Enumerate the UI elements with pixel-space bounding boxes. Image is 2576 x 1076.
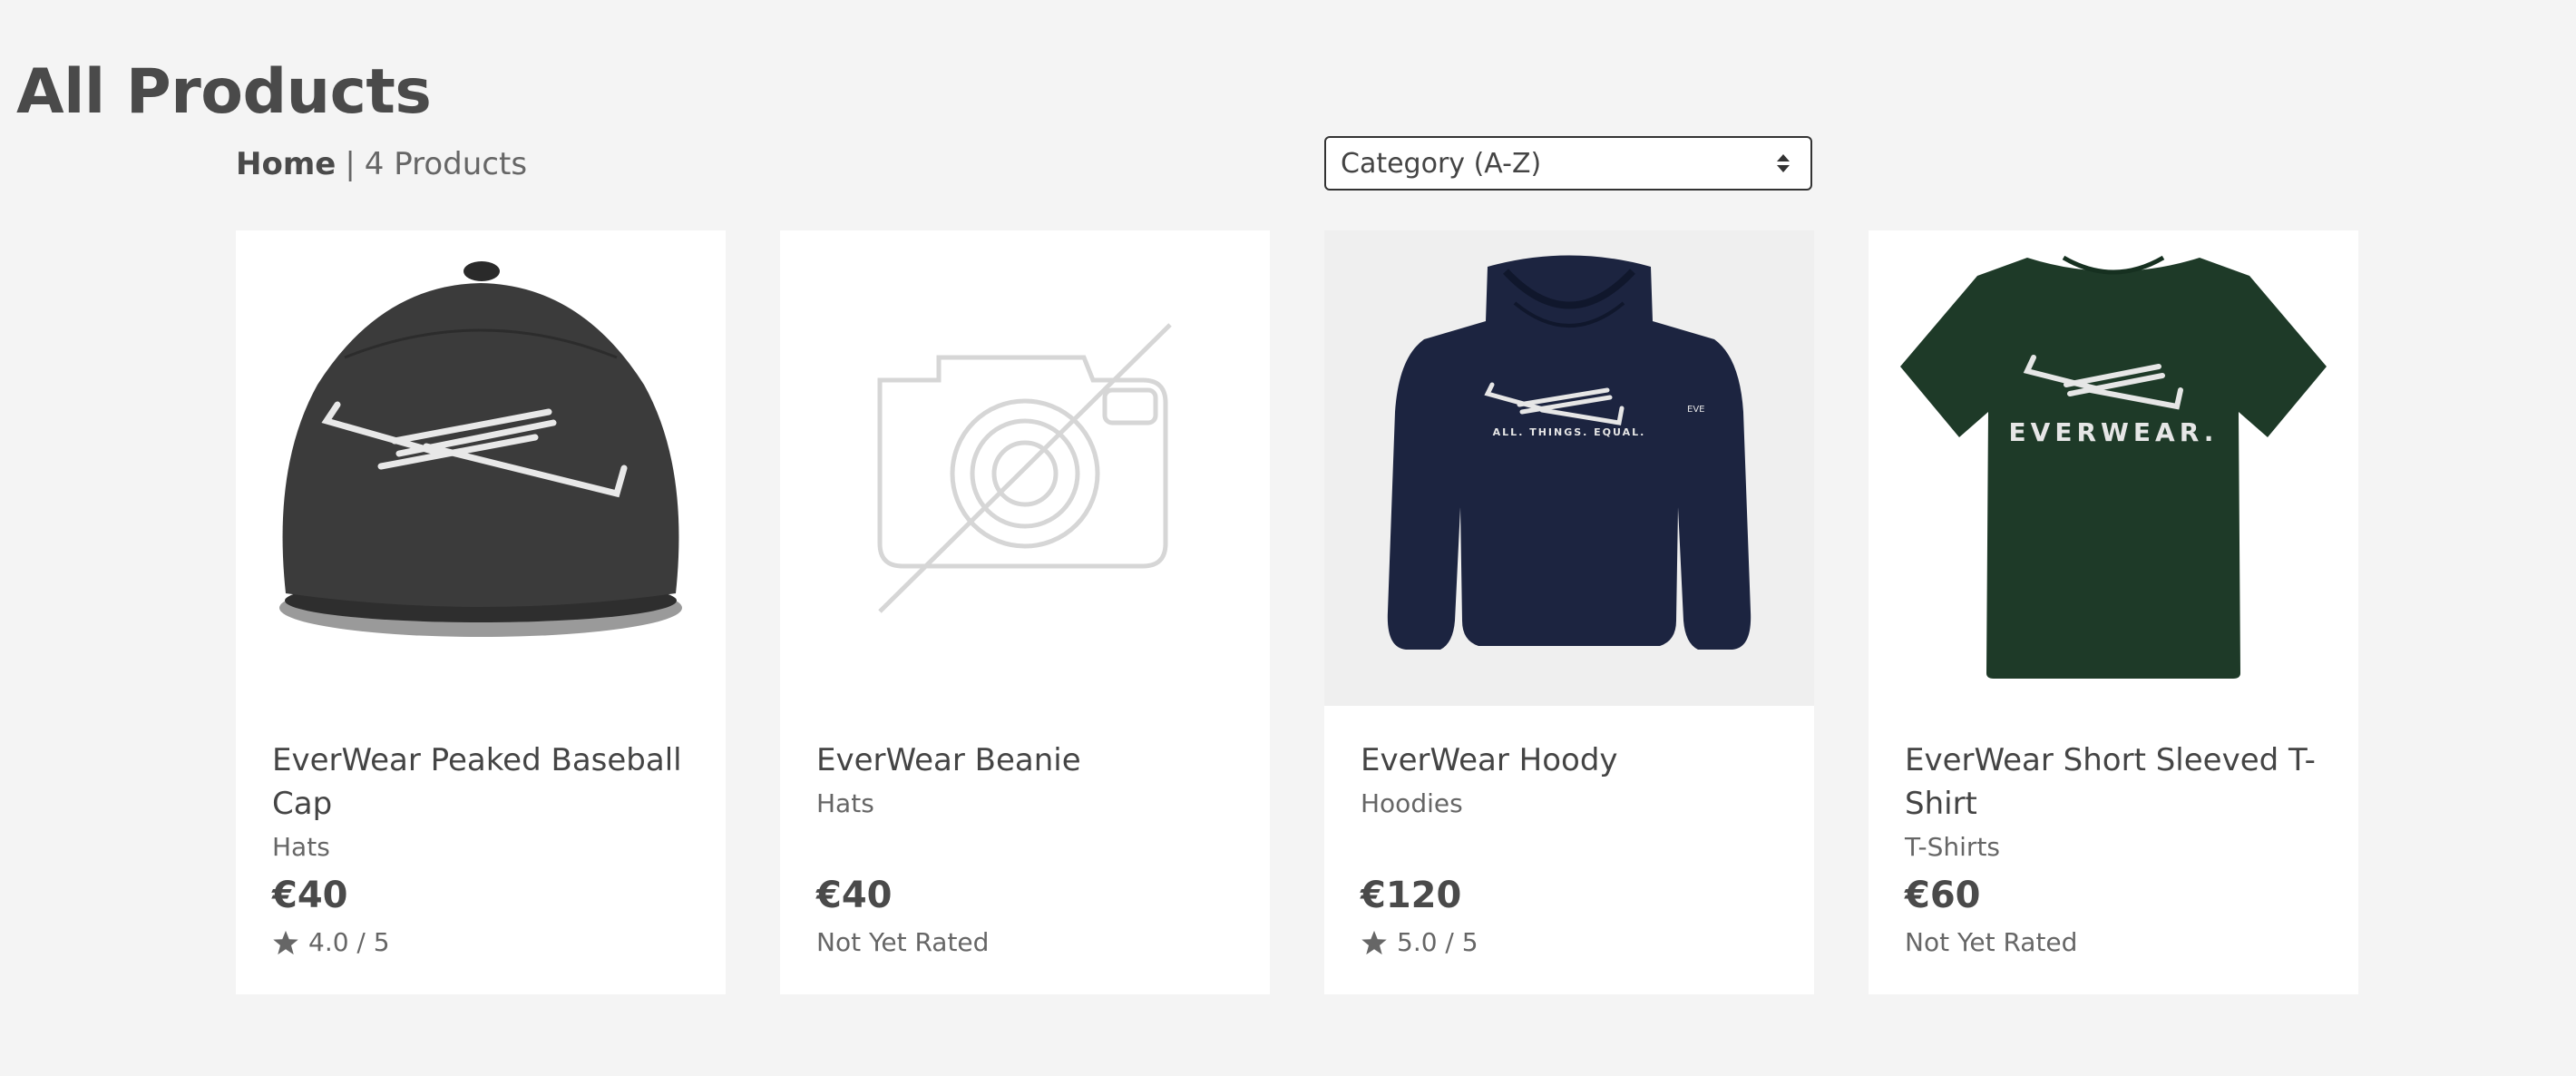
hoody-print-text: ALL. THINGS. EQUAL.: [1493, 426, 1646, 438]
rating-value: 5.0 / 5: [1397, 927, 1478, 957]
breadcrumb-separator: |: [345, 146, 356, 182]
product-info: EverWear Short Sleeved T-Shirt T-Shirts: [1905, 739, 2326, 866]
breadcrumb-home-link[interactable]: Home: [236, 146, 336, 182]
product-name[interactable]: EverWear Hoody: [1361, 739, 1781, 782]
product-name[interactable]: EverWear Peaked Baseball Cap: [272, 739, 693, 826]
product-image-baseball-cap[interactable]: [236, 230, 726, 706]
product-card[interactable]: EverWear Beanie Hats €40 Not Yet Rated: [780, 230, 1270, 994]
product-image-hoody[interactable]: ALL. THINGS. EQUAL. EVE: [1324, 230, 1814, 706]
hoody-sleeve-print: EVE: [1687, 405, 1704, 415]
no-image-camera-icon: [877, 323, 1172, 613]
product-price: €120: [1361, 875, 1462, 916]
star-icon: [1361, 930, 1387, 954]
product-card[interactable]: ALL. THINGS. EQUAL. EVE EverWear Hoody H…: [1324, 230, 1814, 994]
product-rating: 4.0 / 5: [272, 927, 390, 957]
t-shirt-image: EVERWEAR.: [1900, 255, 2327, 679]
product-price: €60: [1905, 875, 1981, 916]
star-icon: [273, 930, 298, 954]
rating-value: 4.0 / 5: [308, 927, 390, 957]
product-image-t-shirt[interactable]: EVERWEAR.: [1869, 230, 2358, 706]
product-category[interactable]: Hoodies: [1361, 786, 1781, 822]
product-price: €40: [272, 875, 348, 916]
sort-select-value: Category (A-Z): [1341, 147, 1542, 180]
product-card[interactable]: EVERWEAR. EverWear Short Sleeved T-Shirt…: [1869, 230, 2358, 994]
sort-arrows-icon: [1777, 154, 1790, 172]
product-rating: Not Yet Rated: [816, 927, 989, 957]
product-image-placeholder[interactable]: [780, 230, 1270, 706]
product-rating: Not Yet Rated: [1905, 927, 2077, 957]
product-card[interactable]: EverWear Peaked Baseball Cap Hats €40 4.…: [236, 230, 726, 994]
rating-value: Not Yet Rated: [1905, 927, 2078, 957]
product-rating: 5.0 / 5: [1361, 927, 1478, 957]
product-name[interactable]: EverWear Short Sleeved T-Shirt: [1905, 739, 2326, 826]
product-name[interactable]: EverWear Beanie: [816, 739, 1237, 782]
product-count: 4 Products: [364, 146, 528, 182]
baseball-cap-image: [279, 261, 682, 637]
page-title: All Products: [16, 55, 432, 128]
breadcrumb: Home | 4 Products: [236, 136, 527, 192]
product-category[interactable]: Hats: [272, 829, 693, 866]
product-info: EverWear Hoody Hoodies: [1361, 739, 1781, 822]
product-category[interactable]: T-Shirts: [1905, 829, 2326, 866]
product-info: EverWear Peaked Baseball Cap Hats: [272, 739, 693, 866]
product-price: €40: [816, 875, 893, 916]
t-shirt-print-text: EVERWEAR.: [2009, 417, 2219, 447]
product-info: EverWear Beanie Hats: [816, 739, 1237, 822]
rating-value: Not Yet Rated: [816, 927, 990, 957]
product-category[interactable]: Hats: [816, 786, 1237, 822]
sort-select[interactable]: Category (A-Z): [1324, 136, 1812, 191]
hoody-image: ALL. THINGS. EQUAL. EVE: [1387, 255, 1751, 650]
